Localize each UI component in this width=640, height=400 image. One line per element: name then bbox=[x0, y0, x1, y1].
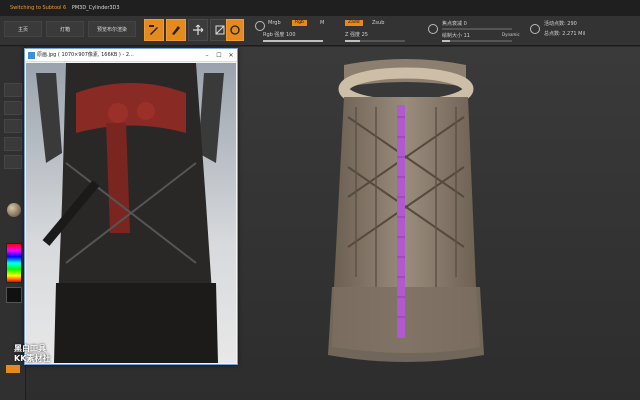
points-info-icon bbox=[530, 24, 540, 34]
mrgb-label[interactable]: Mrgb bbox=[268, 20, 281, 26]
watermark: 黑白工具 KK素材社 bbox=[14, 344, 50, 364]
edit-button[interactable] bbox=[144, 19, 164, 41]
reference-window-title: 原画.jpg ( 1070×907像素, 166KB ) - 2... bbox=[37, 52, 134, 58]
top-shelf: 主页 灯箱 预览布尔渲染 Mrgb Rgb M Rgb 强度 100 Zadd … bbox=[0, 16, 640, 46]
minimize-icon[interactable]: – bbox=[201, 49, 213, 62]
draw-icon bbox=[172, 26, 180, 35]
focal-shift-icon[interactable] bbox=[428, 24, 438, 34]
title-bar: Switching to Subtool 6 PM3D_Cylinder3D3 bbox=[0, 0, 640, 16]
focal-shift-label[interactable]: 焦点衰减 0 bbox=[442, 20, 467, 27]
watermark-line-2: KK素材社 bbox=[14, 354, 51, 363]
alternate-color-swatch[interactable] bbox=[6, 365, 20, 373]
draw-size-fill bbox=[442, 40, 450, 42]
zbrush-app: Switching to Subtool 6 PM3D_Cylinder3D3 … bbox=[0, 0, 640, 400]
model-skirt bbox=[328, 287, 484, 362]
main-color-swatch[interactable] bbox=[6, 287, 22, 303]
z-intensity-label[interactable]: Z 强度 25 bbox=[345, 31, 368, 38]
draw-button[interactable] bbox=[166, 19, 186, 41]
rgb-toggle[interactable]: Rgb bbox=[292, 20, 307, 26]
active-points-readout: 活动点数: 290 bbox=[544, 21, 577, 27]
z-intensity-fill bbox=[345, 40, 360, 42]
left-shelf-button-2[interactable] bbox=[4, 101, 22, 115]
material-sphere-icon[interactable] bbox=[255, 21, 265, 31]
reference-image bbox=[26, 63, 236, 363]
maximize-icon[interactable]: ☐ bbox=[213, 49, 225, 62]
move-icon bbox=[193, 24, 204, 35]
draw-size-label[interactable]: 绘制大小 11 bbox=[442, 32, 470, 39]
rgb-intensity-fill bbox=[263, 40, 323, 42]
zsub-toggle[interactable]: Zsub bbox=[372, 20, 384, 26]
move-button[interactable] bbox=[188, 19, 208, 41]
close-icon[interactable]: ✕ bbox=[225, 49, 237, 62]
lightbox-button[interactable]: 灯箱 bbox=[46, 21, 84, 37]
edit-icon bbox=[149, 25, 158, 35]
draw-size-slider[interactable] bbox=[442, 40, 512, 42]
watermark-line-1: 黑白工具 bbox=[14, 344, 46, 353]
preview-bpr-button[interactable]: 预览布尔渲染 bbox=[88, 21, 136, 37]
dynamic-toggle[interactable]: Dynamic bbox=[502, 32, 520, 37]
image-viewer-icon bbox=[28, 52, 35, 59]
reference-image-window[interactable]: 原画.jpg ( 1070×907像素, 166KB ) - 2... – ☐ … bbox=[24, 48, 238, 365]
zadd-toggle[interactable]: Zadd bbox=[345, 20, 363, 26]
color-picker[interactable] bbox=[6, 243, 22, 283]
left-shelf-button-1[interactable] bbox=[4, 83, 22, 97]
rotate-icon bbox=[230, 25, 240, 35]
left-shelf-button-4[interactable] bbox=[4, 137, 22, 151]
reference-window-titlebar[interactable]: 原画.jpg ( 1070×907像素, 166KB ) - 2... – ☐ … bbox=[25, 49, 237, 62]
scale-icon bbox=[215, 25, 225, 35]
model-masked-strap bbox=[397, 105, 405, 338]
total-points-readout: 总点数: 2.271 Mil bbox=[544, 31, 586, 37]
material-sphere-icon[interactable] bbox=[7, 203, 21, 217]
focal-shift-slider[interactable] bbox=[442, 28, 512, 30]
left-shelf-button-5[interactable] bbox=[4, 155, 22, 169]
left-shelf-button-3[interactable] bbox=[4, 119, 22, 133]
window-controls: – ☐ ✕ bbox=[201, 49, 237, 62]
active-tool-name: PM3D_Cylinder3D3 bbox=[71, 5, 120, 11]
home-button[interactable]: 主页 bbox=[4, 21, 42, 37]
rgb-intensity-label[interactable]: Rgb 强度 100 bbox=[263, 31, 296, 38]
m-toggle[interactable]: M bbox=[320, 20, 324, 26]
rotate-button[interactable] bbox=[226, 19, 244, 41]
reference-concept-art bbox=[36, 63, 224, 363]
status-message: Switching to Subtool 6 bbox=[10, 5, 67, 11]
